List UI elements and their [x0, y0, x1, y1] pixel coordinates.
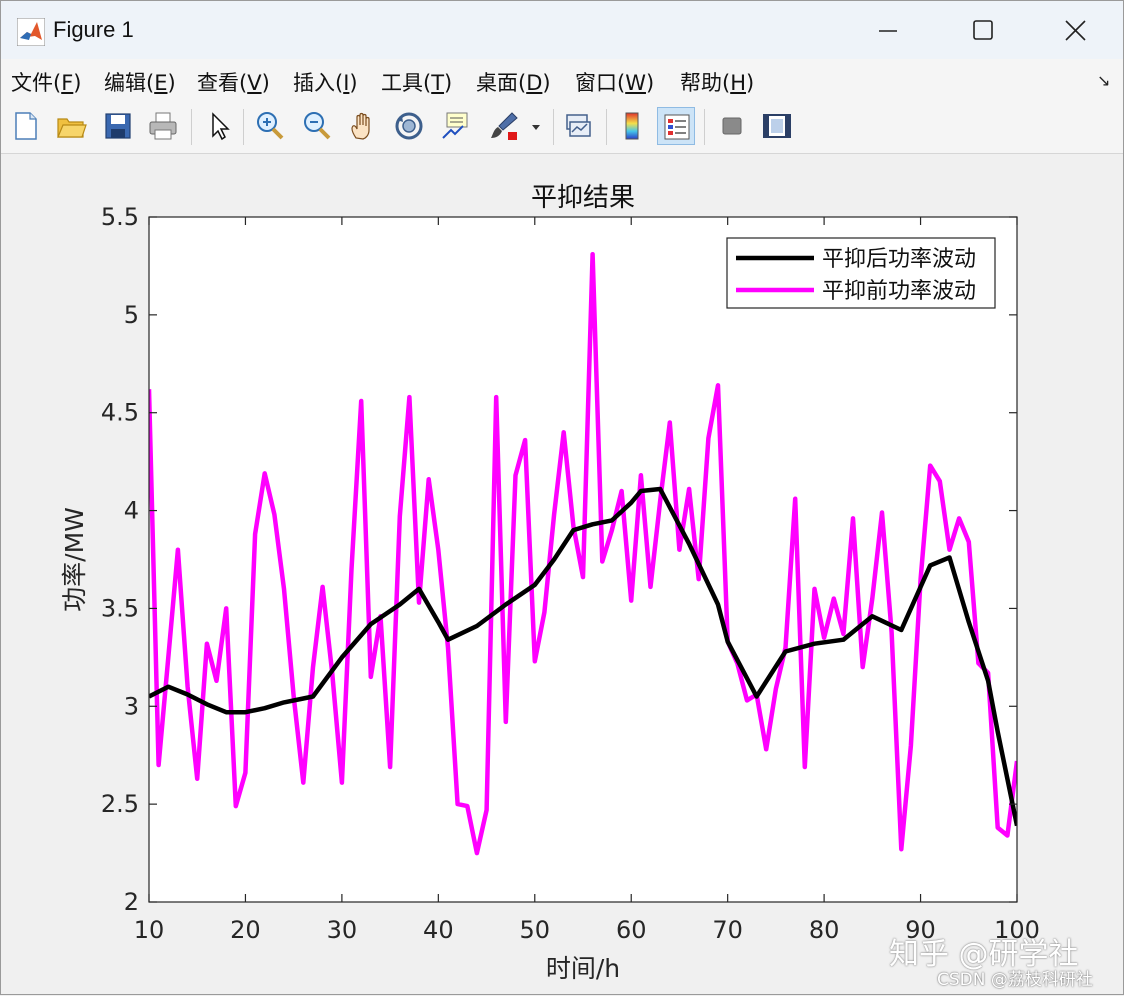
x-tick-label: 80 [809, 916, 840, 944]
y-tick-label: 2.5 [101, 790, 139, 818]
chart-title: 平抑结果 [531, 183, 635, 213]
figure-window: Figure 1 文件(F) 编辑(E) 查看(V) 插入(I) 工具(T) 桌… [0, 0, 1124, 995]
x-tick-label: 60 [616, 916, 647, 944]
watermark-csdn: CSDN @荔枝科研社 [937, 970, 1093, 990]
y-tick-label: 3 [124, 692, 139, 720]
legend-label-1: 平抑前功率波动 [822, 279, 976, 304]
x-tick-label: 10 [134, 916, 165, 944]
y-tick-label: 2 [124, 888, 139, 916]
y-axis-label: 功率/MW [60, 507, 89, 612]
y-tick-label: 4 [124, 497, 139, 525]
x-tick-label: 40 [423, 916, 454, 944]
x-axis-label: 时间/h [546, 954, 620, 983]
y-tick-label: 4.5 [101, 399, 139, 427]
legend-label-0: 平抑后功率波动 [822, 247, 976, 272]
x-tick-label: 30 [327, 916, 358, 944]
y-tick-label: 3.5 [101, 594, 139, 622]
x-tick-label: 20 [230, 916, 261, 944]
y-tick-label: 5.5 [101, 203, 139, 231]
y-tick-label: 5 [124, 301, 139, 329]
chart-svg[interactable]: 10 20 30 40 50 60 70 80 90 10022.533.544.555.5平抑结… [1, 1, 1124, 996]
x-tick-label: 70 [712, 916, 743, 944]
x-tick-label: 50 [520, 916, 551, 944]
